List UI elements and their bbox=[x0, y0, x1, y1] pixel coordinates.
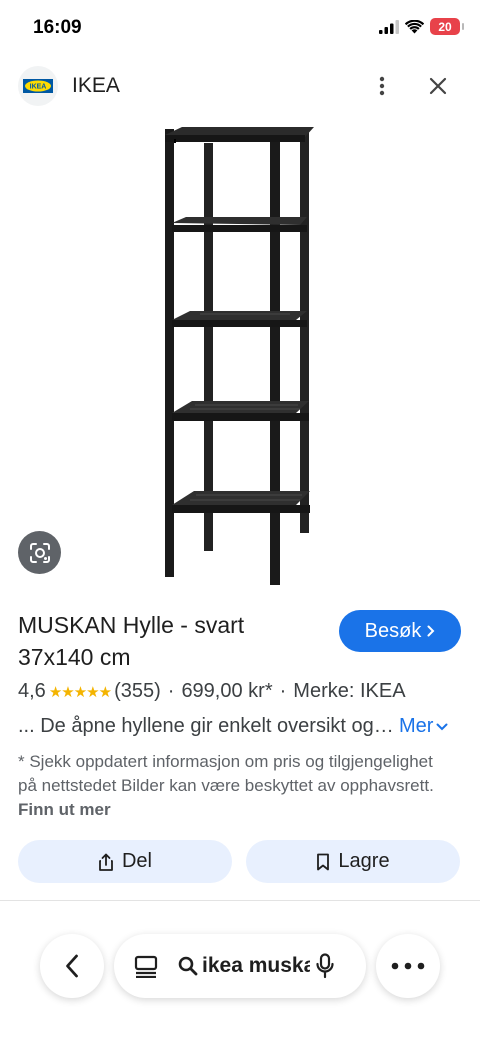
save-label: Lagre bbox=[338, 850, 390, 872]
search-bar[interactable]: ikea muskan hylle bbox=[114, 934, 366, 998]
product-title: MUSKAN Hylle - svart 37x140 cm bbox=[18, 612, 245, 670]
more-vertical-icon bbox=[379, 76, 385, 96]
lens-button[interactable] bbox=[18, 531, 61, 574]
ikea-logo-text: IKEA bbox=[30, 84, 47, 91]
bottom-bar: ikea muskan hylle bbox=[0, 930, 480, 1004]
share-label: Del bbox=[121, 850, 152, 872]
signal-icon bbox=[379, 19, 399, 34]
share-icon bbox=[99, 853, 113, 871]
ikea-logo-icon: IKEA bbox=[23, 79, 53, 93]
save-button[interactable]: Lagre bbox=[246, 840, 460, 883]
bookmark-icon bbox=[317, 853, 330, 870]
rating-value: 4,6 bbox=[18, 680, 46, 702]
chevron-right-icon bbox=[427, 625, 435, 637]
google-lens-icon bbox=[29, 542, 50, 563]
shelf-image bbox=[165, 127, 314, 585]
divider bbox=[0, 900, 480, 901]
search-icon bbox=[178, 956, 198, 976]
search-query: ikea muskan hylle bbox=[202, 954, 310, 977]
brand: Merke: IKEA bbox=[293, 680, 406, 702]
separator: · bbox=[279, 680, 287, 702]
chevron-down-icon bbox=[436, 723, 448, 730]
wifi-icon bbox=[405, 19, 424, 33]
mic-icon[interactable] bbox=[316, 953, 334, 979]
disclaimer: * Sjekk oppdatert informasjon om pris og… bbox=[18, 750, 438, 822]
back-button[interactable] bbox=[40, 934, 104, 998]
close-button[interactable] bbox=[424, 72, 452, 100]
status-icons: 20 bbox=[379, 18, 464, 35]
back-icon bbox=[66, 954, 78, 978]
product-description: ... De åpne hyllene gir enkelt oversikt … bbox=[18, 715, 398, 737]
more-label: Mer bbox=[399, 715, 434, 737]
header: IKEA IKEA bbox=[0, 62, 480, 110]
site-logo: IKEA bbox=[18, 66, 58, 106]
separator: · bbox=[167, 680, 175, 702]
product-meta: 4,6 ★★★★★ (355) · 699,00 kr* · Merke: IK… bbox=[18, 680, 406, 703]
share-button[interactable]: Del bbox=[18, 840, 232, 883]
site-name: IKEA bbox=[72, 74, 120, 97]
more-options-button[interactable] bbox=[368, 72, 396, 100]
review-count: (355) bbox=[114, 680, 161, 702]
star-rating-icon: ★★★★★ bbox=[48, 683, 112, 701]
more-menu-button[interactable] bbox=[376, 934, 440, 998]
price: 699,00 kr* bbox=[181, 680, 273, 702]
status-time: 16:09 bbox=[33, 17, 82, 38]
visit-label: Besøk bbox=[364, 619, 422, 642]
battery-icon: 20 bbox=[430, 18, 464, 35]
tabs-icon[interactable] bbox=[134, 954, 158, 978]
status-bar: 16:09 20 bbox=[0, 0, 480, 56]
disclaimer-text: * Sjekk oppdatert informasjon om pris og… bbox=[18, 752, 434, 795]
more-horizontal-icon bbox=[391, 962, 425, 970]
battery-level: 20 bbox=[438, 19, 452, 34]
visit-button[interactable]: Besøk bbox=[339, 610, 461, 652]
product-image[interactable] bbox=[0, 115, 480, 595]
more-link[interactable]: Mer bbox=[399, 715, 448, 738]
close-icon bbox=[429, 77, 447, 95]
learn-more-link[interactable]: Finn ut mer bbox=[18, 800, 111, 819]
